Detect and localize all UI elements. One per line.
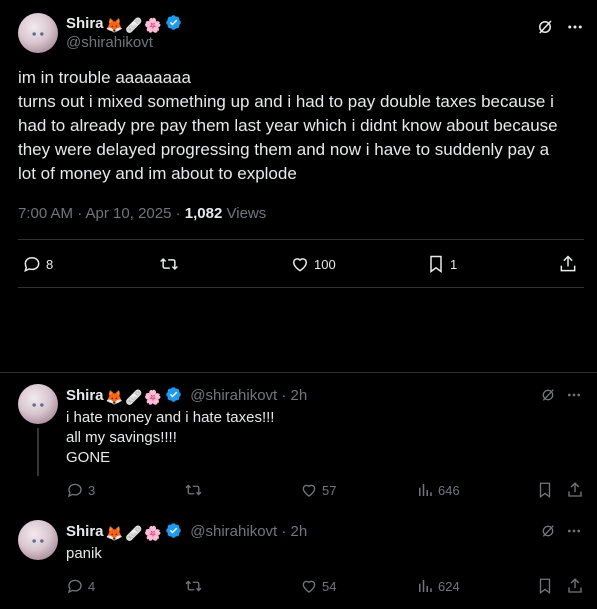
share-button[interactable] xyxy=(566,577,584,595)
post-text-line: they were delayed progressing them and n… xyxy=(18,140,550,159)
blossom-emoji: 🌸 xyxy=(144,389,162,405)
repost-button[interactable] xyxy=(184,577,203,595)
more-options-icon[interactable] xyxy=(566,18,584,36)
reply-text: panik xyxy=(66,544,102,564)
avatar[interactable] xyxy=(18,13,58,53)
bookmark-icon xyxy=(430,255,442,273)
handle[interactable]: @shirahikovt xyxy=(66,34,153,51)
divider xyxy=(18,287,584,288)
reply-text-line: panik xyxy=(66,545,102,562)
reply-count: 4 xyxy=(88,578,96,594)
like-button[interactable]: 57 xyxy=(300,481,336,499)
reply-author-row: Shira 🦊 🩹 🌸 @shirahikovt · 2h xyxy=(66,386,307,405)
thread-line xyxy=(37,428,39,476)
handle[interactable]: @shirahikovt · 2h xyxy=(190,523,307,540)
heart-icon xyxy=(292,258,308,272)
reply-text-line: all my savings!!!! xyxy=(66,429,177,446)
verified-badge-icon xyxy=(165,14,182,31)
reply-count: 3 xyxy=(88,482,96,498)
heart-icon xyxy=(302,484,316,497)
share-button[interactable] xyxy=(566,481,584,499)
bookmark-button[interactable]: 1 xyxy=(426,254,457,274)
blossom-emoji: 🌸 xyxy=(144,525,162,541)
share-button[interactable] xyxy=(558,254,578,274)
verified-badge-icon xyxy=(165,386,182,403)
reply-icon xyxy=(67,483,82,498)
like-count: 54 xyxy=(322,578,337,594)
bookmark-button[interactable] xyxy=(536,481,554,499)
section-divider xyxy=(0,372,597,373)
author-row: Shira 🦊 🩹 🌸 xyxy=(66,14,182,33)
share-icon xyxy=(568,578,582,593)
fox-emoji: 🦊 xyxy=(105,389,123,405)
verified-badge-icon xyxy=(165,522,182,539)
repost-icon xyxy=(160,257,178,271)
like-button[interactable]: 54 xyxy=(300,577,336,595)
like-count: 57 xyxy=(322,482,337,498)
repost-icon xyxy=(185,580,202,592)
share-icon xyxy=(560,255,576,272)
bookmark-count: 1 xyxy=(450,256,458,272)
bandage-emoji: 🩹 xyxy=(124,525,143,541)
post-text-line: turns out i mixed something up and i had… xyxy=(18,92,554,111)
repost-button[interactable] xyxy=(158,254,180,274)
reply-button[interactable]: 3 xyxy=(66,481,95,499)
bookmark-icon xyxy=(539,482,551,499)
reply-button[interactable]: 8 xyxy=(22,254,53,274)
bookmark-button[interactable] xyxy=(536,577,554,595)
handle[interactable]: @shirahikovt · 2h xyxy=(190,387,307,404)
reply-author-row: Shira 🦊 🩹 🌸 @shirahikovt · 2h xyxy=(66,522,307,541)
reply-text-line: i hate money and i hate taxes!!! xyxy=(66,409,275,426)
share-icon xyxy=(568,482,582,497)
heart-icon xyxy=(302,580,316,593)
views-count: 646 xyxy=(438,482,460,498)
bandage-emoji: 🩹 xyxy=(124,17,143,33)
display-name[interactable]: Shira xyxy=(66,387,104,404)
more-options-icon[interactable] xyxy=(566,387,582,403)
views-count: 624 xyxy=(438,578,460,594)
repost-icon xyxy=(185,484,202,496)
like-count: 100 xyxy=(314,256,336,272)
views-count: 1,082 xyxy=(184,205,223,222)
analytics-icon xyxy=(419,580,432,592)
post-text: im in trouble aaaaaaaa turns out i mixed… xyxy=(18,66,558,186)
like-button[interactable]: 100 xyxy=(290,254,336,274)
reply-text-line: GONE xyxy=(66,449,111,466)
reply-icon xyxy=(67,579,82,594)
repost-button[interactable] xyxy=(184,481,203,499)
fox-emoji: 🦊 xyxy=(105,525,123,541)
analytics-icon xyxy=(419,484,432,496)
display-name[interactable]: Shira xyxy=(66,15,104,32)
avatar[interactable] xyxy=(18,520,58,560)
views-button[interactable]: 624 xyxy=(416,577,460,595)
timestamp[interactable]: 7:00 AM · Apr 10, 2025 · xyxy=(18,205,181,222)
grok-icon[interactable] xyxy=(540,387,556,403)
post-text-line: im in trouble aaaaaaaa xyxy=(18,68,191,87)
post-meta: 7:00 AM · Apr 10, 2025 · 1,082 Views xyxy=(18,205,266,222)
reply-icon xyxy=(24,256,40,273)
avatar[interactable] xyxy=(18,384,58,424)
grok-icon[interactable] xyxy=(540,523,556,539)
blossom-emoji: 🌸 xyxy=(144,17,162,33)
reply-count: 8 xyxy=(46,256,54,272)
bookmark-icon xyxy=(539,578,551,595)
reply-text: i hate money and i hate taxes!!! all my … xyxy=(66,408,274,468)
more-options-icon[interactable] xyxy=(566,523,582,539)
divider xyxy=(18,239,584,240)
post-text-line: lot of money and im about to explode xyxy=(18,164,297,183)
fox-emoji: 🦊 xyxy=(105,17,123,33)
views-button[interactable]: 646 xyxy=(416,481,460,499)
views-label: Views xyxy=(226,205,267,222)
display-name[interactable]: Shira xyxy=(66,523,104,540)
reply-button[interactable]: 4 xyxy=(66,577,95,595)
post-text-line: had to already pre pay them last year wh… xyxy=(18,116,558,135)
grok-icon[interactable] xyxy=(536,18,554,36)
bandage-emoji: 🩹 xyxy=(124,389,143,405)
